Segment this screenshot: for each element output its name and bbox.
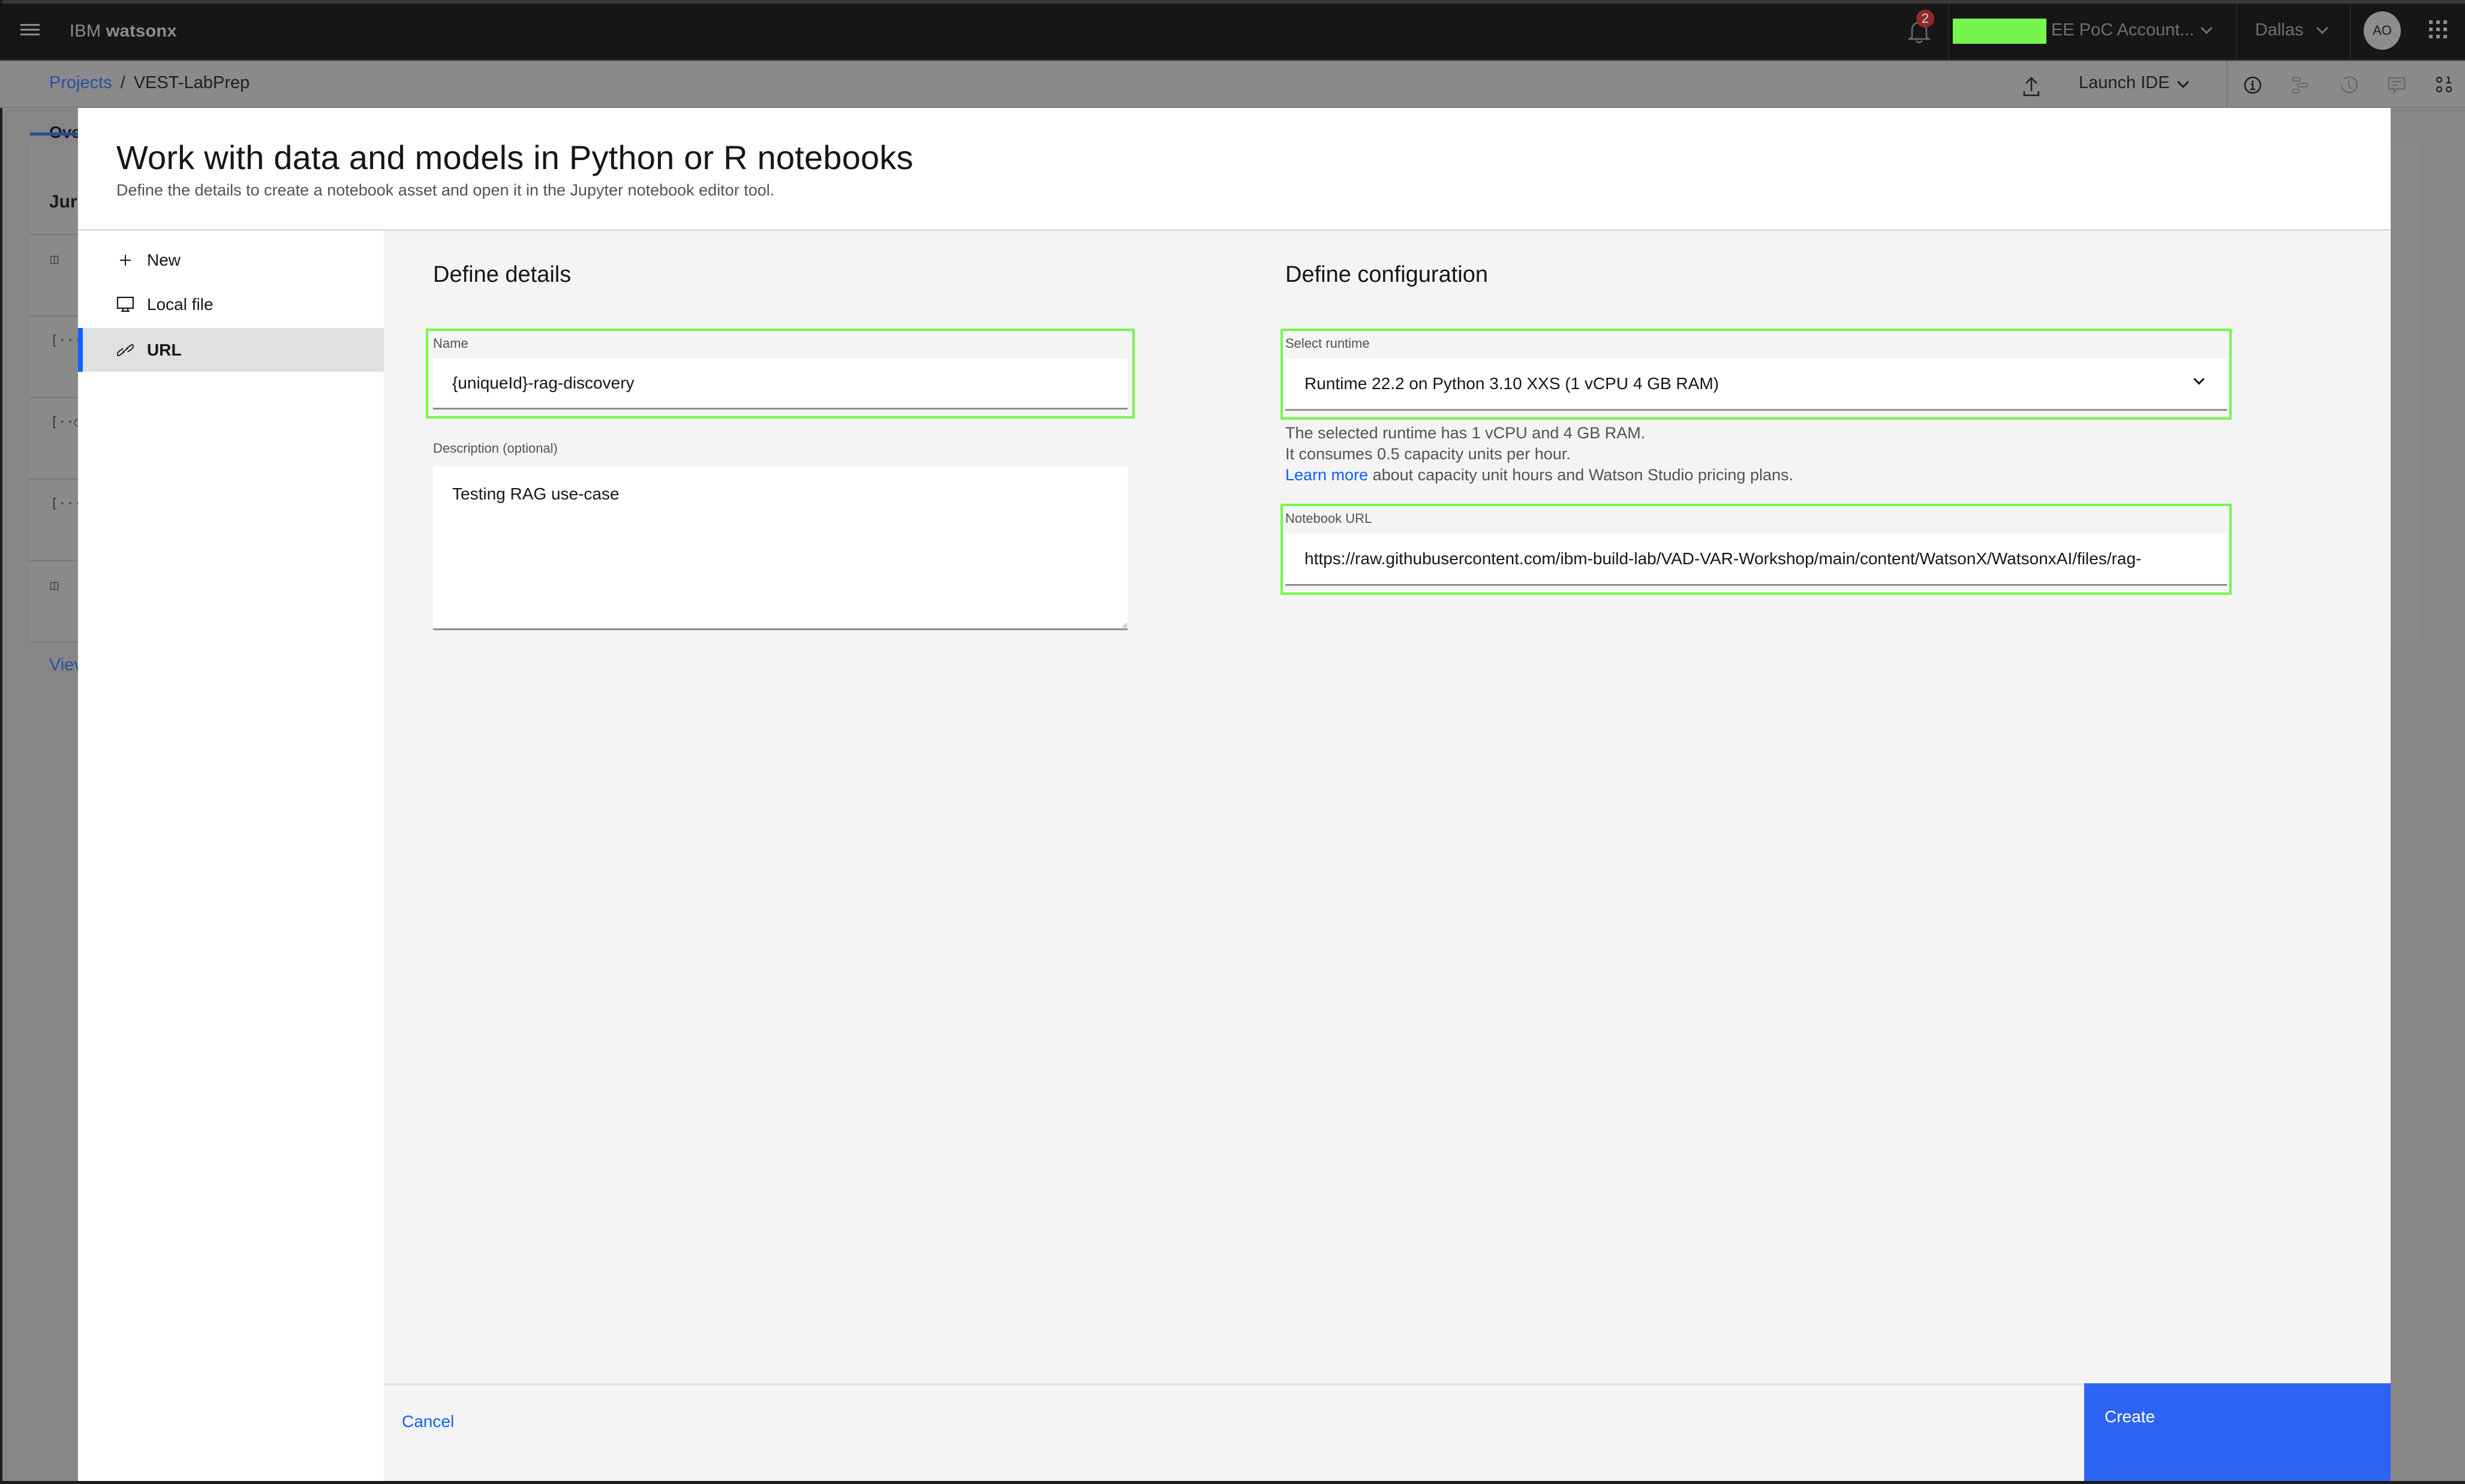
description-textarea[interactable]: Testing RAG use-case xyxy=(433,466,1128,630)
header-divider xyxy=(2350,4,2351,60)
background-divider xyxy=(30,234,78,235)
runtime-helper-text: The selected runtime has 1 vCPU and 4 GB… xyxy=(1285,423,1793,486)
nav-item-local-file[interactable]: Local file xyxy=(78,282,384,326)
define-details-heading: Define details xyxy=(433,262,572,287)
modal-title: Work with data and models in Python or R… xyxy=(116,139,913,176)
create-notebook-modal: Work with data and models in Python or R… xyxy=(78,108,2391,1481)
header-divider xyxy=(2236,4,2237,60)
nav-item-label: Local file xyxy=(147,294,214,314)
breadcrumb-current: VEST-LabPrep xyxy=(133,73,250,92)
launch-ide-chevron-down-icon[interactable] xyxy=(2177,76,2189,88)
runtime-selected-value: Runtime 22.2 on Python 3.10 XXS (1 vCPU … xyxy=(1304,374,1719,393)
window-bottom-edge xyxy=(0,1481,2465,1484)
comment-icon[interactable] xyxy=(2387,76,2406,95)
nav-item-new[interactable]: New xyxy=(78,238,384,282)
flow-icon[interactable] xyxy=(2291,76,2310,95)
info-icon[interactable] xyxy=(2243,76,2262,95)
launch-ide-button[interactable]: Launch IDE xyxy=(2079,73,2170,93)
account-switcher[interactable]: EE PoC Account... xyxy=(2051,20,2195,40)
breadcrumb-projects-link[interactable]: Projects xyxy=(49,73,112,92)
runtime-helper-line: Learn more about capacity unit hours and… xyxy=(1285,465,1793,486)
link-icon xyxy=(116,341,134,359)
runtime-label: Select runtime xyxy=(1285,336,1370,351)
plus-icon xyxy=(116,251,134,269)
history-icon[interactable] xyxy=(2339,76,2358,95)
data-icon[interactable] xyxy=(2435,76,2454,95)
name-label: Name xyxy=(433,336,468,351)
modal-subtitle: Define the details to create a notebook … xyxy=(116,181,775,199)
cancel-button[interactable]: Cancel xyxy=(402,1412,454,1431)
region-switcher[interactable]: Dallas xyxy=(2255,20,2304,40)
background-divider xyxy=(30,315,78,317)
background-divider xyxy=(30,397,78,398)
account-redaction xyxy=(1953,19,2046,44)
runtime-helper-suffix: about capacity unit hours and Watson Stu… xyxy=(1368,466,1793,484)
modal-header: Work with data and models in Python or R… xyxy=(78,108,2391,231)
background-card-title: Jur xyxy=(49,192,77,212)
background-divider xyxy=(30,642,78,643)
chevron-down-icon xyxy=(2193,374,2205,385)
avatar[interactable]: AO xyxy=(2364,11,2401,50)
breadcrumb-bar: Projects / VEST-LabPrep Launch IDE xyxy=(0,60,2465,109)
nav-item-label: New xyxy=(147,250,181,269)
breadcrumb: Projects / VEST-LabPrep xyxy=(49,73,249,93)
toolbar-divider xyxy=(2226,61,2227,109)
app-switcher-icon[interactable] xyxy=(2429,20,2447,38)
desktop-icon xyxy=(116,296,134,314)
brand-prefix: IBM xyxy=(70,22,101,41)
name-input[interactable] xyxy=(433,359,1128,410)
upload-icon[interactable] xyxy=(2022,76,2040,97)
brand-name: watsonx xyxy=(106,22,177,41)
modal-footer: Cancel Create xyxy=(384,1383,2391,1481)
background-card-right xyxy=(2391,144,2419,640)
define-configuration-heading: Define configuration xyxy=(1285,262,1488,287)
runtime-helper-line: The selected runtime has 1 vCPU and 4 GB… xyxy=(1285,424,1646,442)
background-card xyxy=(30,144,78,640)
runtime-select[interactable]: Runtime 22.2 on Python 3.10 XXS (1 vCPU … xyxy=(1285,359,2227,411)
notification-badge: 2 xyxy=(1916,10,1934,28)
header-divider xyxy=(1948,4,1949,60)
description-label: Description (optional) xyxy=(433,441,558,456)
create-button[interactable]: Create xyxy=(2084,1383,2391,1481)
notebook-icon: ◫ xyxy=(50,252,59,267)
background-tab-indicator xyxy=(30,133,78,136)
background-divider xyxy=(30,560,78,561)
source-type-nav: New Local file URL xyxy=(78,231,384,1481)
background-divider xyxy=(30,478,78,480)
menu-icon[interactable] xyxy=(20,24,40,40)
nav-item-label: URL xyxy=(147,340,182,359)
form-panel: Define details Name Description (optiona… xyxy=(384,231,2391,1381)
create-button-label: Create xyxy=(2105,1407,2156,1426)
notebook-url-label: Notebook URL xyxy=(1285,511,1372,526)
notebook-icon: ◫ xyxy=(50,578,59,593)
nav-item-url[interactable]: URL xyxy=(78,328,384,372)
learn-more-link[interactable]: Learn more xyxy=(1285,466,1368,484)
breadcrumb-separator: / xyxy=(120,73,125,92)
brand-logo[interactable]: IBM watsonx xyxy=(70,22,177,41)
notebook-url-input[interactable] xyxy=(1285,534,2227,586)
window-left-edge xyxy=(0,0,2,1484)
runtime-helper-line: It consumes 0.5 capacity units per hour. xyxy=(1285,445,1571,463)
